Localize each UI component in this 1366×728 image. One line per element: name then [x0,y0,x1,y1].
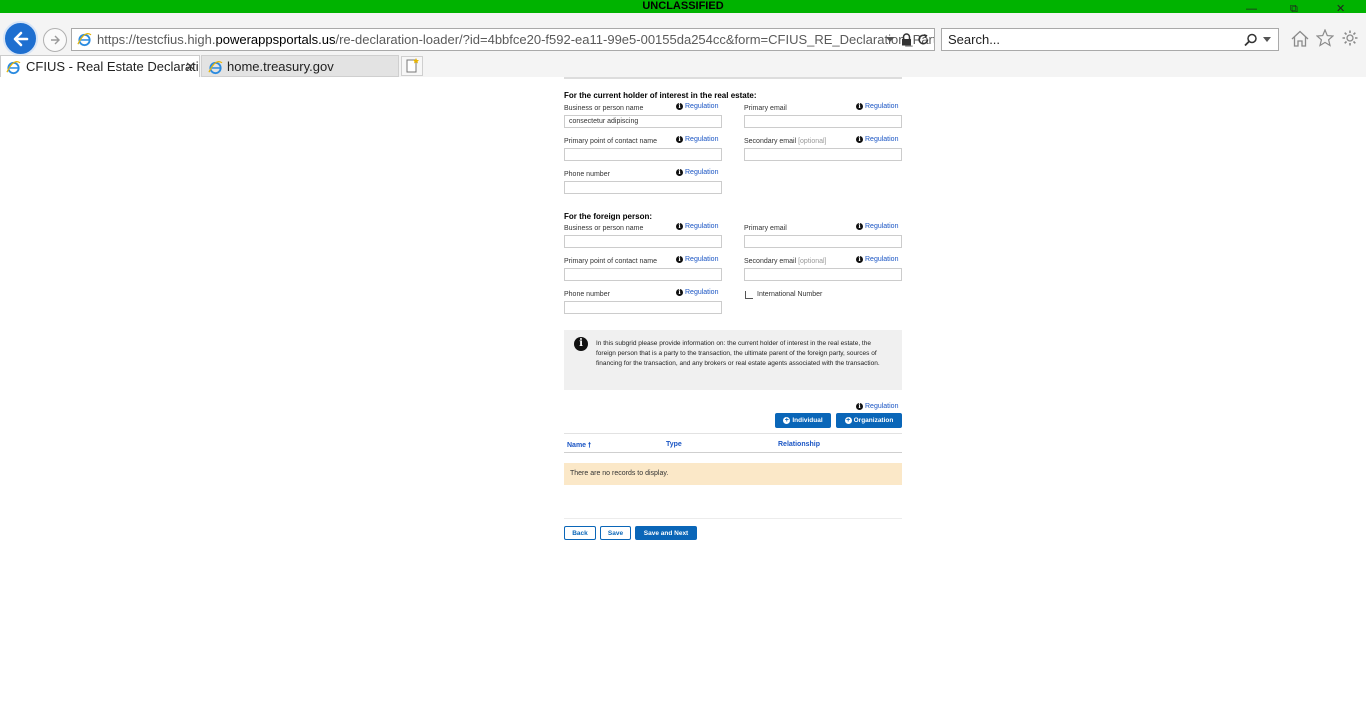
add-organization-button[interactable]: + Organization [836,413,902,428]
holder-primary-email-input[interactable] [744,115,902,128]
refresh-icon[interactable] [917,33,930,46]
holder-secondary-email-label: Secondary email [optional] [744,138,827,145]
address-url: https://testcfius.high.powerappsportals.… [97,32,935,47]
forward-button[interactable] [43,28,67,52]
tab-close-icon[interactable]: ✕ [185,56,196,77]
back-arrow-icon [13,31,28,46]
home-icon[interactable] [1291,30,1309,47]
new-tab-icon [406,58,419,73]
foreign-secondary-email-input[interactable] [744,268,902,281]
foreign-secondary-email-label: Secondary email [optional] [744,258,827,265]
save-button[interactable]: Save [600,526,631,540]
info-icon: i [856,403,863,410]
search-box[interactable]: Search... [941,28,1279,51]
info-text: In this subgrid please provide informati… [596,340,880,367]
foreign-phone-label: Phone number [564,291,610,298]
tab-treasury[interactable]: home.treasury.gov [201,55,399,77]
back-button[interactable] [3,21,38,56]
new-tab-button[interactable] [401,56,423,76]
column-header-type[interactable]: Type [666,441,682,448]
regulation-link[interactable]: i Regulation [676,289,718,296]
ie-tab-icon [6,61,21,75]
empty-records-message: There are no records to display. [564,463,902,485]
regulation-link[interactable]: i Regulation [856,103,898,110]
actions-divider [564,518,902,519]
favorites-star-icon[interactable] [1316,29,1334,47]
holder-secondary-email-input[interactable] [744,148,902,161]
sort-ascending-icon: 🠕 [588,442,592,449]
search-placeholder: Search... [948,32,1001,47]
cut-off-content [564,77,902,79]
holder-poc-name-label: Primary point of contact name [564,138,657,145]
holder-phone-label: Phone number [564,171,610,178]
holder-business-name-input[interactable]: consectetur adipiscing [564,115,722,128]
holder-business-name-label: Business or person name [564,105,644,112]
foreign-primary-email-input[interactable] [744,235,902,248]
plus-circle-icon: + [783,417,791,424]
foreign-poc-name-input[interactable] [564,268,722,281]
lock-icon[interactable] [901,33,912,46]
international-number-label: International Number [757,291,823,298]
column-header-name[interactable]: Name 🠕 [567,441,591,452]
holder-phone-input[interactable] [564,181,722,194]
address-bar[interactable]: https://testcfius.high.powerappsportals.… [71,28,935,51]
info-box: i In this subgrid please provide informa… [564,330,902,390]
info-icon: i [676,136,683,143]
address-dropdown-icon[interactable] [886,37,894,43]
foreign-business-name-label: Business or person name [564,225,644,232]
regulation-link[interactable]: i Regulation [676,223,718,230]
regulation-link[interactable]: i Regulation [856,403,898,410]
regulation-link[interactable]: i Regulation [856,256,898,263]
info-icon: i [856,103,863,110]
foreign-phone-input[interactable] [564,301,722,314]
grid-header-divider [564,452,902,453]
grid-divider [564,433,902,434]
save-and-next-button[interactable]: Save and Next [635,526,697,540]
info-circle-icon: i [574,337,588,351]
tab-cfius[interactable]: CFIUS - Real Estate Declarati... ✕ [0,55,200,77]
regulation-link[interactable]: i Regulation [856,136,898,143]
ie-page-icon [77,33,92,47]
info-icon: i [856,223,863,230]
international-number-checkbox[interactable] [745,291,753,299]
info-icon: i [856,256,863,263]
info-icon: i [676,256,683,263]
tab-cfius-label: CFIUS - Real Estate Declarati... [26,59,200,74]
column-header-relationship[interactable]: Relationship [778,441,820,448]
ie-tab-icon [208,61,223,75]
info-icon: i [676,223,683,230]
search-dropdown-icon[interactable] [1263,37,1271,43]
info-icon: i [676,289,683,296]
back-form-button[interactable]: Back [564,526,596,540]
settings-gear-icon[interactable] [1341,29,1359,47]
tab-treasury-label: home.treasury.gov [227,59,334,74]
foreign-primary-email-label: Primary email [744,225,787,232]
info-icon: i [676,103,683,110]
add-individual-button[interactable]: + Individual [775,413,831,428]
foreign-business-name-input[interactable] [564,235,722,248]
foreign-section-title: For the foreign person: [564,212,652,221]
forward-arrow-icon [51,35,60,45]
holder-primary-email-label: Primary email [744,105,787,112]
regulation-link[interactable]: i Regulation [676,136,718,143]
foreign-poc-name-label: Primary point of contact name [564,258,657,265]
holder-section-title: For the current holder of interest in th… [564,91,757,100]
classification-banner: UNCLASSIFIED [0,0,1366,13]
info-icon: i [676,169,683,176]
info-icon: i [856,136,863,143]
regulation-link[interactable]: i Regulation [856,223,898,230]
regulation-link[interactable]: i Regulation [676,169,718,176]
regulation-link[interactable]: i Regulation [676,103,718,110]
regulation-link[interactable]: i Regulation [676,256,718,263]
holder-poc-name-input[interactable] [564,148,722,161]
search-icon[interactable] [1244,33,1258,47]
plus-circle-icon: + [844,417,852,424]
